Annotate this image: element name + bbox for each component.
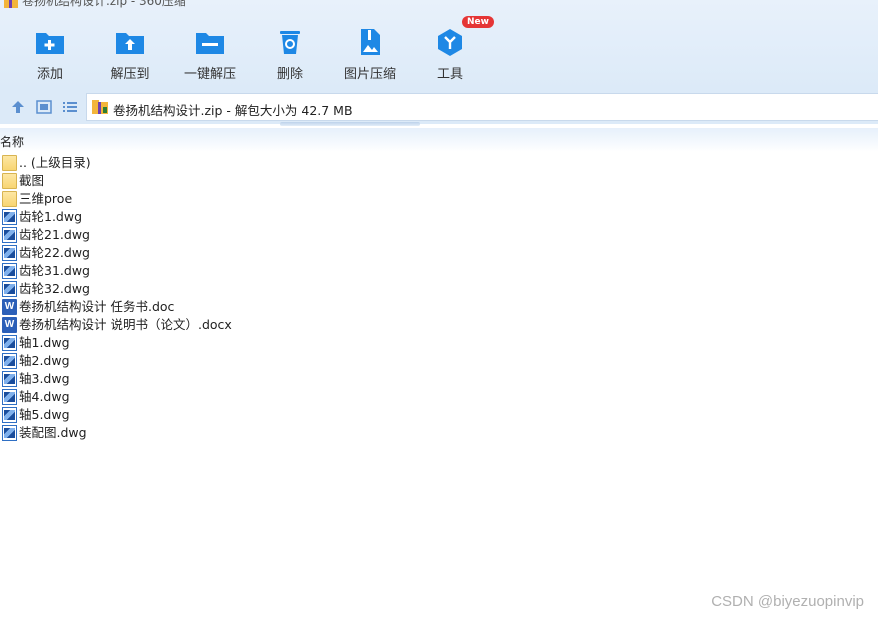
list-view-icon[interactable]: [61, 98, 79, 116]
image-compress-icon: [361, 29, 380, 55]
file-list-item[interactable]: 轴4.dwg: [0, 388, 600, 406]
zip-archive-icon: [4, 0, 18, 8]
navigation-bar: 卷扬机结构设计.zip - 解包大小为 42.7 MB: [0, 90, 878, 124]
extract-to-button[interactable]: 解压到: [90, 22, 170, 84]
file-name: 齿轮21.dwg: [19, 227, 90, 242]
toolbar-scroll-indicator: [280, 122, 420, 126]
file-list-item[interactable]: 轴3.dwg: [0, 370, 600, 388]
file-name: 齿轮31.dwg: [19, 263, 90, 278]
dwg-file-icon: [2, 227, 17, 243]
dwg-file-icon: [2, 263, 17, 279]
file-name: 卷扬机结构设计 说明书（论文）.docx: [19, 317, 232, 332]
word-document-icon: W: [2, 299, 17, 315]
file-name: 装配图.dwg: [19, 425, 87, 440]
dwg-file-icon: [2, 371, 17, 387]
image-compress-button[interactable]: 图片压缩: [330, 22, 410, 84]
dwg-file-icon: [2, 425, 17, 441]
file-list-item[interactable]: 齿轮21.dwg: [0, 226, 600, 244]
address-bar[interactable]: 卷扬机结构设计.zip - 解包大小为 42.7 MB: [86, 93, 878, 121]
file-list-item[interactable]: W 卷扬机结构设计 任务书.doc: [0, 298, 600, 316]
file-list-item[interactable]: W 卷扬机结构设计 说明书（论文）.docx: [0, 316, 600, 334]
add-label: 添加: [36, 67, 63, 82]
delete-button[interactable]: 删除: [250, 22, 330, 84]
file-name: 三维proe: [19, 191, 73, 206]
thumbnail-view-icon[interactable]: [35, 98, 53, 116]
file-name: 截图: [19, 173, 45, 188]
one-click-extract-icon: [196, 33, 224, 54]
file-list-item[interactable]: 装配图.dwg: [0, 424, 600, 442]
dwg-file-icon: [2, 245, 17, 261]
file-name: .. (上级目录): [19, 155, 91, 170]
one-click-extract-button[interactable]: 一键解压: [170, 22, 250, 84]
dwg-file-icon: [2, 407, 17, 423]
extract-folder-icon: [116, 33, 144, 54]
add-button[interactable]: 添加: [10, 22, 90, 84]
list-column-header: 名称: [0, 128, 878, 152]
tools-label: 工具: [436, 67, 463, 82]
folder-icon: [2, 155, 17, 171]
new-badge: New: [462, 16, 494, 28]
add-folder-icon: [36, 33, 64, 54]
folder-icon: [2, 191, 17, 207]
one-click-extract-label: 一键解压: [183, 67, 236, 82]
trash-icon: [280, 31, 300, 54]
file-list-item[interactable]: 轴5.dwg: [0, 406, 600, 424]
file-list-item[interactable]: 齿轮1.dwg: [0, 208, 600, 226]
file-name: 齿轮32.dwg: [19, 281, 90, 296]
dwg-file-icon: [2, 209, 17, 225]
dwg-file-icon: [2, 389, 17, 405]
folder-icon: [2, 173, 17, 189]
extract-to-label: 解压到: [110, 67, 150, 82]
file-list-item[interactable]: 齿轮32.dwg: [0, 280, 600, 298]
file-list-item[interactable]: 轴2.dwg: [0, 352, 600, 370]
file-list-item[interactable]: 齿轮31.dwg: [0, 262, 600, 280]
delete-label: 删除: [276, 67, 303, 82]
file-name: 齿轮1.dwg: [19, 209, 83, 224]
file-list-item[interactable]: 齿轮22.dwg: [0, 244, 600, 262]
file-list-item[interactable]: 截图: [0, 172, 600, 190]
name-column-header[interactable]: 名称: [0, 133, 24, 150]
file-name: 轴4.dwg: [19, 389, 70, 404]
address-path: 卷扬机结构设计.zip - 解包大小为 42.7 MB: [113, 103, 353, 118]
file-name: 轴2.dwg: [19, 353, 70, 368]
dwg-file-icon: [2, 335, 17, 351]
word-document-icon: W: [2, 317, 17, 333]
tools-cube-icon: [438, 29, 462, 56]
toolbar-area: 卷扬机结构设计.zip - 360压缩 添加 解压到 一键解压 删除 图片压缩 …: [0, 0, 878, 90]
file-list: .. (上级目录) 截图三维proe 齿轮1.dwg 齿轮21.dwg 齿轮22.dwg…: [0, 154, 600, 442]
file-name: 轴3.dwg: [19, 371, 70, 386]
dwg-file-icon: [2, 281, 17, 297]
tools-button[interactable]: New 工具: [410, 16, 494, 84]
file-name: 轴1.dwg: [19, 335, 70, 350]
window-title: 卷扬机结构设计.zip - 360压缩: [4, 0, 186, 8]
file-list-item[interactable]: 轴1.dwg: [0, 334, 600, 352]
file-name: 齿轮22.dwg: [19, 245, 90, 260]
file-list-item[interactable]: .. (上级目录): [0, 154, 600, 172]
image-compress-label: 图片压缩: [343, 67, 396, 82]
zip-archive-icon: [92, 100, 108, 114]
file-list-item[interactable]: 三维proe: [0, 190, 600, 208]
file-name: 卷扬机结构设计 任务书.doc: [19, 299, 175, 314]
watermark: CSDN @biyezuopinvip: [711, 593, 864, 610]
dwg-file-icon: [2, 353, 17, 369]
file-name: 轴5.dwg: [19, 407, 70, 422]
window-title-text: 卷扬机结构设计.zip - 360压缩: [22, 0, 186, 8]
up-arrow-icon[interactable]: [9, 98, 27, 116]
